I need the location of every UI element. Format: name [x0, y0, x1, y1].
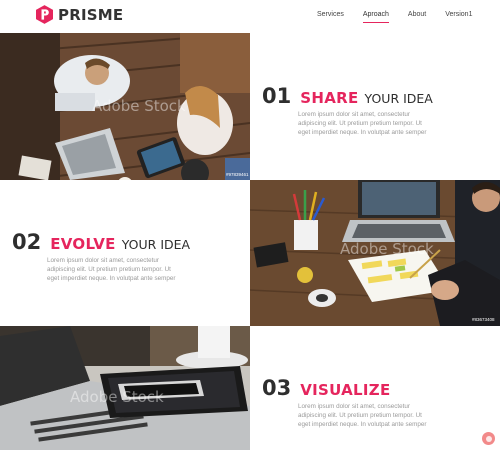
- section-evolve: 02 EVOLVE YOUR IDEA Lorem ipsum dolor si…: [12, 230, 207, 283]
- section-share: 01 SHARE YOUR IDEA Lorem ipsum dolor sit…: [262, 84, 458, 137]
- stock-watermark: Adobe Stock: [92, 97, 186, 115]
- section-heading: 01 SHARE YOUR IDEA: [262, 84, 458, 108]
- section-number: 02: [12, 230, 42, 254]
- section-heading: 02 EVOLVE YOUR IDEA: [12, 230, 207, 254]
- section-heading: 03 VISUALIZE: [262, 376, 458, 400]
- section-description: Lorem ipsum dolor sit amet, consectetur …: [298, 111, 427, 136]
- section-description: Lorem ipsum dolor sit amet, consectetur …: [298, 403, 427, 428]
- section-title-rest: YOUR IDEA: [121, 237, 191, 252]
- section-number: 03: [262, 376, 292, 400]
- brand-logo[interactable]: PRISME: [36, 5, 123, 24]
- prism-logo-icon: [36, 5, 53, 24]
- stock-code: #83673408: [472, 317, 495, 322]
- brand-name: PRISME: [58, 5, 124, 24]
- devices-photo: Adobe Stock: [0, 326, 250, 450]
- nav-aproach[interactable]: Aproach: [362, 11, 390, 23]
- section-keyword: EVOLVE: [50, 235, 116, 253]
- top-header: PRISME Services Aproach About Version1: [0, 0, 500, 33]
- floating-action-button[interactable]: [482, 432, 495, 445]
- team-meeting-photo: Adobe Stock #97839461: [0, 33, 250, 180]
- section-description: Lorem ipsum dolor sit amet, consectetur …: [47, 257, 176, 282]
- section-title-rest: YOUR IDEA: [364, 91, 433, 106]
- desk-planning-photo: Adobe Stock #83673408: [250, 180, 500, 326]
- main-nav: Services Aproach About Version1: [317, 11, 491, 23]
- stock-code: #97839461: [226, 172, 249, 177]
- stock-watermark: Adobe Stock: [340, 240, 434, 258]
- nav-services[interactable]: Services: [317, 11, 344, 22]
- section-keyword: SHARE: [300, 89, 359, 107]
- section-visualize: 03 VISUALIZE Lorem ipsum dolor sit amet,…: [262, 376, 458, 429]
- section-number: 01: [262, 84, 292, 108]
- nav-version1[interactable]: Version1: [445, 11, 472, 22]
- nav-about[interactable]: About: [408, 11, 426, 22]
- section-keyword: VISUALIZE: [300, 381, 391, 399]
- circle-icon: [485, 435, 492, 442]
- stock-watermark: Adobe Stock: [70, 388, 164, 406]
